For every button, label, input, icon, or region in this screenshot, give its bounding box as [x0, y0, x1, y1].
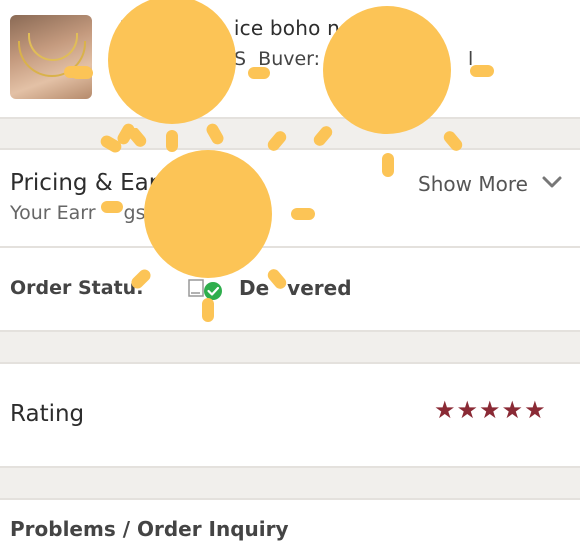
show-more-button[interactable]: Show More [418, 172, 528, 196]
order-item-card[interactable]: Aice boho nec S Buver: l [0, 0, 580, 117]
pricing-title: Pricing & Ear [10, 170, 159, 196]
divider [0, 330, 580, 332]
order-status-value: De vered [239, 276, 352, 300]
order-status-label: Order Statu. [10, 277, 144, 299]
pricing-subtitle: Your Earr gs [10, 202, 146, 224]
divider [0, 117, 580, 119]
delivered-icon [188, 279, 222, 300]
star-rating[interactable]: ★★★★★ [434, 396, 547, 424]
problems-order-inquiry-link[interactable]: Problems / Order Inquiry [10, 517, 289, 541]
chevron-down-icon[interactable] [541, 174, 563, 190]
pricing-earnings-section[interactable]: Pricing & Ear Your Earr gs [0, 150, 580, 246]
item-subtitle: S Buver: l [234, 48, 474, 70]
item-title: Aice boho nec [116, 16, 364, 40]
necklace-thumbnail[interactable] [10, 15, 92, 99]
rating-label: Rating [10, 401, 85, 427]
divider [0, 466, 580, 468]
